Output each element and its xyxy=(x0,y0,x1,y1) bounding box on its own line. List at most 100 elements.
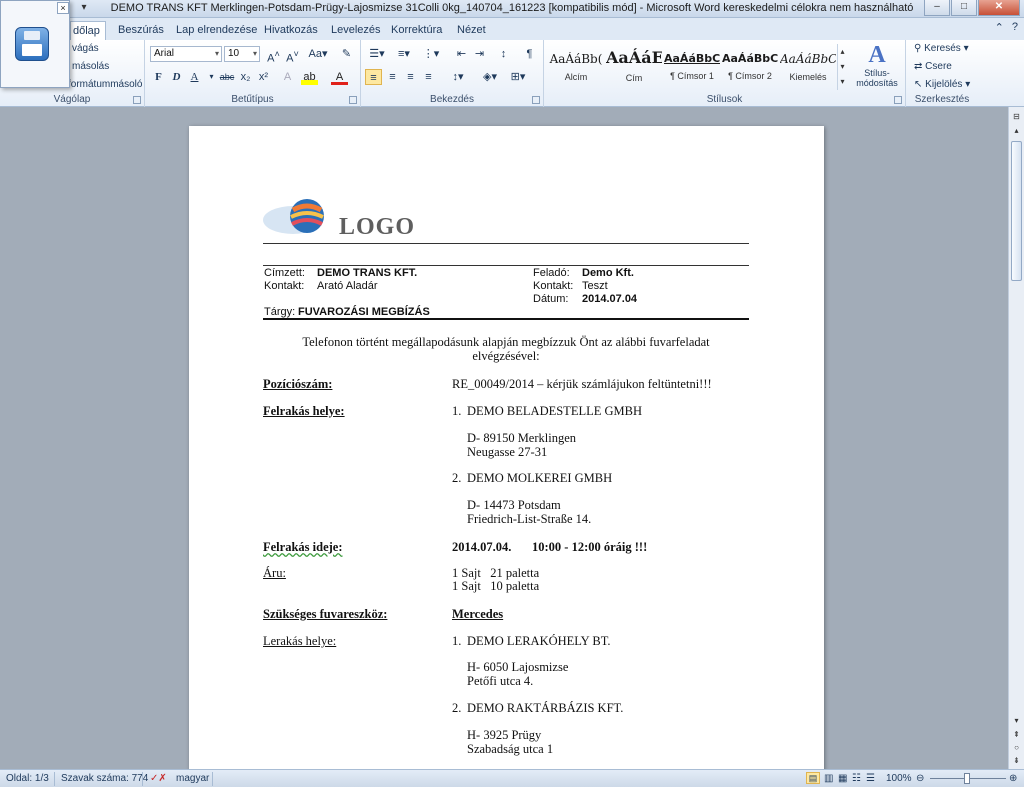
unloading-1-name: DEMO LERAKÓHELY BT. xyxy=(467,634,611,648)
underline-button[interactable]: A xyxy=(186,69,203,85)
shading-icon[interactable]: ◈▾ xyxy=(479,69,501,85)
select-button[interactable]: ↖ Kijelölés ▾ xyxy=(914,79,970,90)
loading-1-name: DEMO BELADESTELLE GMBH xyxy=(467,404,642,418)
group-paragraph: ☰▾ ≡▾ ⋮▾ ⇤ ⇥ ↕ ¶ ≡ ≡ ≡ ≡ ↕▾ ◈▾ ⊞▾ Bekezd… xyxy=(361,40,544,107)
highlight-icon[interactable]: ab xyxy=(301,69,318,85)
divider xyxy=(142,772,143,786)
bullets-icon[interactable]: ☰▾ xyxy=(366,46,388,62)
loading-2-name: DEMO MOLKEREI GMBH xyxy=(467,471,613,485)
grow-font-icon[interactable]: A˄ xyxy=(265,46,282,65)
date-label: Dátum: xyxy=(533,293,569,305)
style-name: Alcím xyxy=(564,72,588,82)
change-styles-button[interactable]: A Stílus- módosítás xyxy=(851,42,903,88)
ribbon-help-controls: ⌃ ? xyxy=(995,21,1018,34)
format-painter-button[interactable]: formátummásoló xyxy=(68,79,142,90)
document-area[interactable]: LOGO Címzett: DEMO TRANS KFT. Kontakt: A… xyxy=(0,107,1008,769)
intro-line-1: Telefonon történt megállapodásunk alapjá… xyxy=(302,335,710,349)
browse-object-icon[interactable]: ○ xyxy=(1011,742,1022,753)
dialog-launcher-icon[interactable] xyxy=(133,96,141,104)
proofing-icon[interactable]: ✓✗ xyxy=(150,773,167,784)
subscript-icon[interactable]: x₂ xyxy=(237,69,254,85)
zoom-level[interactable]: 100% xyxy=(886,773,912,784)
tab-view[interactable]: Nézet xyxy=(449,21,494,40)
align-left-icon[interactable]: ≡ xyxy=(365,69,382,85)
style-tile-title[interactable]: AaÁáE Cím xyxy=(606,46,662,88)
zoom-slider-thumb[interactable] xyxy=(964,773,970,784)
scroll-down-icon[interactable]: ▾ xyxy=(1011,715,1022,726)
borders-icon[interactable]: ⊞▾ xyxy=(507,69,529,85)
zoom-out-icon[interactable]: ⊖ xyxy=(916,773,924,784)
replace-button[interactable]: ⇄ Csere xyxy=(914,61,952,72)
cut-button[interactable]: vágás xyxy=(72,43,99,54)
unloading-2-name: DEMO RAKTÁRBÁZIS KFT. xyxy=(467,701,624,715)
style-tile-emphasis[interactable]: AaÁáBbC Kiemelés xyxy=(780,46,836,88)
superscript-icon[interactable]: x² xyxy=(255,69,272,85)
ruler-toggle-icon[interactable]: ⊟ xyxy=(1011,111,1022,122)
tab-mailings[interactable]: Levelezés xyxy=(323,21,389,40)
justify-icon[interactable]: ≡ xyxy=(420,69,437,85)
style-tile-heading1[interactable]: AaÁáBbC ¶ Címsor 1 xyxy=(664,46,720,88)
minimize-button[interactable]: – xyxy=(924,0,950,16)
previous-page-icon[interactable]: ⇞ xyxy=(1011,729,1022,740)
italic-button[interactable]: D xyxy=(168,69,185,85)
loading-1-line2: Neugasse 27-31 xyxy=(467,445,548,459)
web-layout-view-icon[interactable]: ▦ xyxy=(838,773,847,784)
tab-home[interactable]: dőlap xyxy=(70,21,106,40)
align-right-icon[interactable]: ≡ xyxy=(402,69,419,85)
group-editing: ⚲ Keresés ▾ ⇄ Csere ↖ Kijelölés ▾ Szerke… xyxy=(906,40,978,107)
date-value: 2014.07.04 xyxy=(582,293,638,305)
multilevel-list-icon[interactable]: ⋮▾ xyxy=(420,46,442,62)
quick-access-dropdown[interactable]: ▾ xyxy=(72,2,96,16)
line-spacing-icon[interactable]: ↕▾ xyxy=(447,69,469,85)
print-layout-view-icon[interactable]: ▤ xyxy=(806,772,820,784)
dialog-launcher-icon[interactable] xyxy=(532,96,540,104)
group-font: Arial ▾ 10 ▾ A˄ A˅ Aa▾ ✎ F D A ▾ abc x₂ x²… xyxy=(145,40,361,107)
close-icon[interactable]: × xyxy=(57,2,69,14)
minimize-ribbon-icon[interactable]: ⌃ xyxy=(995,21,1004,34)
zoom-in-icon[interactable]: ⊕ xyxy=(1009,773,1017,784)
show-formatting-icon[interactable]: ¶ xyxy=(521,46,538,62)
tab-references[interactable]: Hivatkozás xyxy=(256,21,326,40)
font-color-icon[interactable]: A xyxy=(331,69,348,85)
loading-2-num: 2. xyxy=(452,471,462,485)
find-button[interactable]: ⚲ Keresés ▾ xyxy=(914,43,969,54)
shrink-font-icon[interactable]: A˅ xyxy=(284,46,301,65)
maximize-button[interactable]: □ xyxy=(951,0,977,16)
word-count[interactable]: Szavak száma: 774 xyxy=(61,773,148,784)
tab-review[interactable]: Korrektúra xyxy=(383,21,450,40)
scroll-thumb[interactable] xyxy=(1011,141,1022,281)
change-case-icon[interactable]: Aa▾ xyxy=(307,46,329,62)
vertical-scrollbar[interactable]: ⊟ ▴ ▾ ⇞ ○ ⇟ xyxy=(1008,107,1024,769)
dialog-launcher-icon[interactable] xyxy=(894,96,902,104)
help-icon[interactable]: ? xyxy=(1012,21,1018,34)
clear-formatting-icon[interactable]: ✎ xyxy=(338,46,355,62)
strikethrough-icon[interactable]: abc xyxy=(217,69,237,85)
text-effects-icon[interactable]: A xyxy=(279,69,296,85)
close-button[interactable]: ✕ xyxy=(978,0,1020,16)
style-tile-heading2[interactable]: AaÁáBbC ¶ Címsor 2 xyxy=(722,46,778,88)
bold-button[interactable]: F xyxy=(150,69,167,85)
full-screen-view-icon[interactable]: ▥ xyxy=(824,773,833,784)
tab-insert[interactable]: Beszúrás xyxy=(110,21,172,40)
save-icon[interactable] xyxy=(15,27,49,61)
next-page-icon[interactable]: ⇟ xyxy=(1011,755,1022,766)
scroll-up-icon[interactable]: ▴ xyxy=(1011,125,1022,136)
draft-view-icon[interactable]: ☰ xyxy=(866,773,875,784)
font-size-combo[interactable]: 10 ▾ xyxy=(224,46,260,62)
numbering-icon[interactable]: ≡▾ xyxy=(393,46,415,62)
page-indicator[interactable]: Oldal: 1/3 xyxy=(6,773,49,784)
document-page[interactable]: LOGO Címzett: DEMO TRANS KFT. Kontakt: A… xyxy=(189,126,824,769)
dialog-launcher-icon[interactable] xyxy=(349,96,357,104)
decrease-indent-icon[interactable]: ⇤ xyxy=(453,46,470,62)
font-name-combo[interactable]: Arial ▾ xyxy=(150,46,222,62)
language-indicator[interactable]: magyar xyxy=(176,773,209,784)
outline-view-icon[interactable]: ☷ xyxy=(852,773,861,784)
tab-page-layout[interactable]: Lap elrendezése xyxy=(168,21,265,40)
align-center-icon[interactable]: ≡ xyxy=(384,69,401,85)
style-tile-subtitle[interactable]: AaÁáBb( Alcím xyxy=(548,46,604,88)
style-gallery-scroll[interactable]: ▴ ▾ ▾ xyxy=(837,44,847,90)
copy-button[interactable]: másolás xyxy=(72,61,109,72)
increase-indent-icon[interactable]: ⇥ xyxy=(471,46,488,62)
sort-icon[interactable]: ↕ xyxy=(495,46,512,62)
group-label: Stílusok xyxy=(706,94,743,105)
